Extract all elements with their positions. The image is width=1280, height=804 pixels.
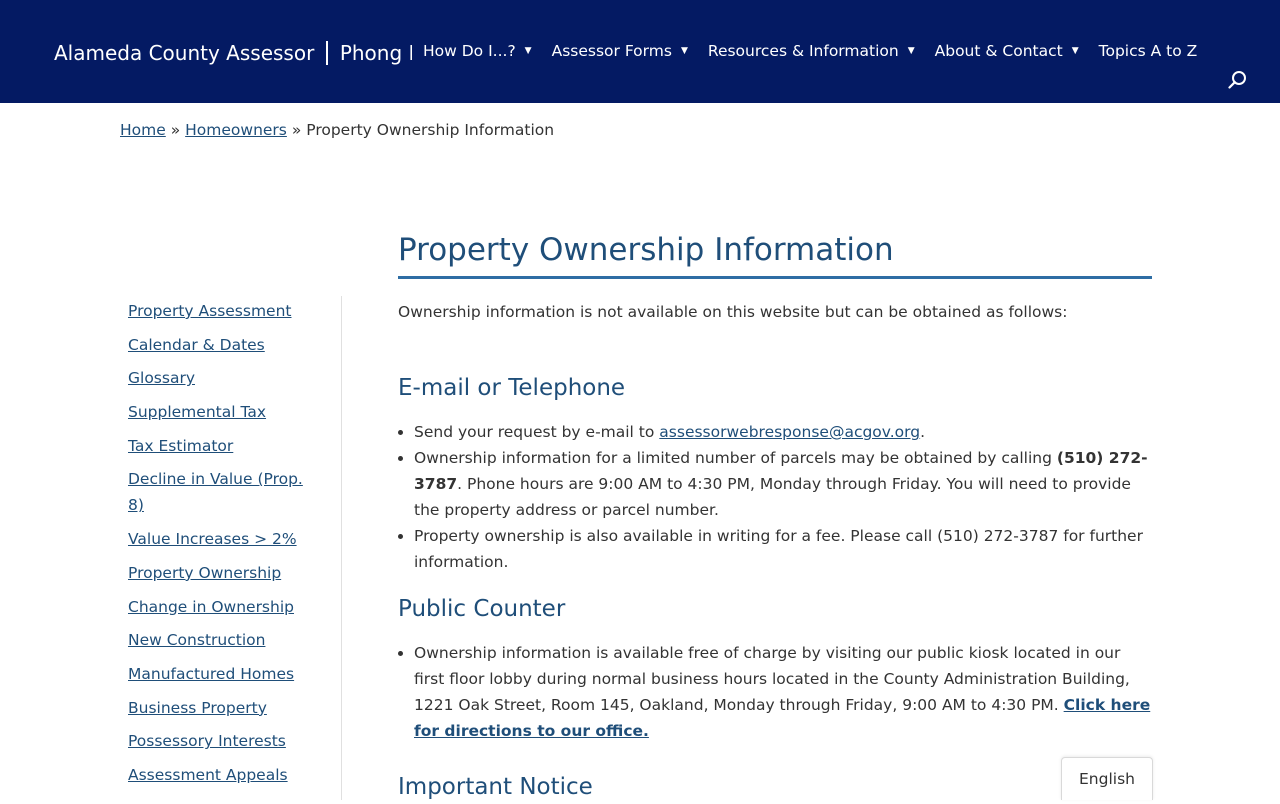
breadcrumb: Home » Homeowners » Property Ownership I… [120,119,554,141]
nav-assessor-forms[interactable]: Assessor Forms ▼ [552,40,688,62]
list-item: Ownership information is available free … [414,640,1152,744]
intro-text: Ownership information is not available o… [398,303,1068,321]
nav-label: Resources & Information [707,42,899,60]
breadcrumb-separator: » [291,121,302,139]
sidebar-item-calendar-dates[interactable]: Calendar & Dates [128,332,308,358]
site-header: Alameda County Assessor Phong La How Do I… [0,0,1280,103]
sidebar-item-value-increases[interactable]: Value Increases > 2% [128,526,308,552]
sidebar-item-change-in-ownership[interactable]: Change in Ownership [128,594,308,620]
bullet-text: Property ownership is also available in … [414,527,1143,571]
site-logo[interactable]: Alameda County Assessor Phong La [54,38,412,68]
sidebar-item-assessment-appeals[interactable]: Assessment Appeals [128,762,308,788]
list-item: Property ownership is also available in … [414,523,1152,575]
search-icon[interactable] [1228,70,1248,90]
caret-down-icon: ▼ [1071,46,1079,56]
sidebar-item-business-property[interactable]: Business Property [128,695,308,721]
nav-resources-information[interactable]: Resources & Information ▼ [708,40,915,62]
caret-down-icon: ▼ [907,46,915,56]
bullet-text: Ownership information is available free … [414,644,1130,714]
logo-org-name: Alameda County Assessor [54,41,315,65]
nav-about-contact[interactable]: About & Contact ▼ [935,40,1079,62]
nav-label: About & Contact [934,42,1063,60]
breadcrumb-home-link[interactable]: Home [120,121,166,139]
sidebar-item-new-construction[interactable]: New Construction [128,627,308,653]
email-telephone-list: Send your request by e-mail to assessorw… [398,419,1152,575]
breadcrumb-current: Property Ownership Information [306,121,555,139]
nav-how-do-i[interactable]: How Do I...? ▼ [423,40,532,62]
language-selector-button[interactable]: English [1061,757,1153,800]
sidebar-item-decline-in-value[interactable]: Decline in Value (Prop. 8) [128,466,308,518]
caret-down-icon: ▼ [524,46,532,56]
public-counter-list: Ownership information is available free … [398,640,1152,744]
breadcrumb-separator: » [170,121,181,139]
sidebar-item-supplemental-tax[interactable]: Supplemental Tax [128,399,308,425]
nav-label: How Do I...? [423,42,516,60]
sidebar-nav: Property Assessment Calendar & Dates Glo… [128,298,308,796]
bullet-text: . [920,423,926,441]
sidebar-item-property-ownership[interactable]: Property Ownership [128,560,308,586]
sidebar-item-tax-estimator[interactable]: Tax Estimator [128,433,308,459]
list-item: Send your request by e-mail to assessorw… [414,419,1152,445]
logo-assessor-name: Phong La [339,41,412,65]
nav-label: Topics A to Z [1098,42,1198,60]
nav-topics-a-to-z[interactable]: Topics A to Z [1099,40,1198,62]
sidebar-item-manufactured-homes[interactable]: Manufactured Homes [128,661,308,687]
section-heading-public-counter: Public Counter [398,596,566,622]
section-heading-email: E-mail or Telephone [398,375,626,401]
bullet-text: . Phone hours are 9:00 AM to 4:30 PM, Mo… [414,475,1131,519]
sidebar-divider [341,296,342,800]
list-item: Ownership information for a limited numb… [414,445,1152,523]
section-heading-important-notice: Important Notice [398,774,593,800]
main-content: Property Ownership Information Ownership… [398,226,1152,804]
breadcrumb-homeowners-link[interactable]: Homeowners [185,121,287,139]
nav-label: Assessor Forms [551,42,672,60]
sidebar-item-possessory-interests[interactable]: Possessory Interests [128,728,308,754]
caret-down-icon: ▼ [680,46,688,56]
sidebar-item-glossary[interactable]: Glossary [128,365,308,391]
page-title: Property Ownership Information [398,226,1152,279]
logo-divider [326,41,328,65]
email-link[interactable]: assessorwebresponse@acgov.org [659,423,920,441]
bullet-text: Send your request by e-mail to [414,423,660,441]
bullet-text: Ownership information for a limited numb… [414,449,1057,467]
sidebar-item-property-assessment[interactable]: Property Assessment [128,298,308,324]
main-nav: How Do I...? ▼ Assessor Forms ▼ Resource… [423,40,1197,62]
